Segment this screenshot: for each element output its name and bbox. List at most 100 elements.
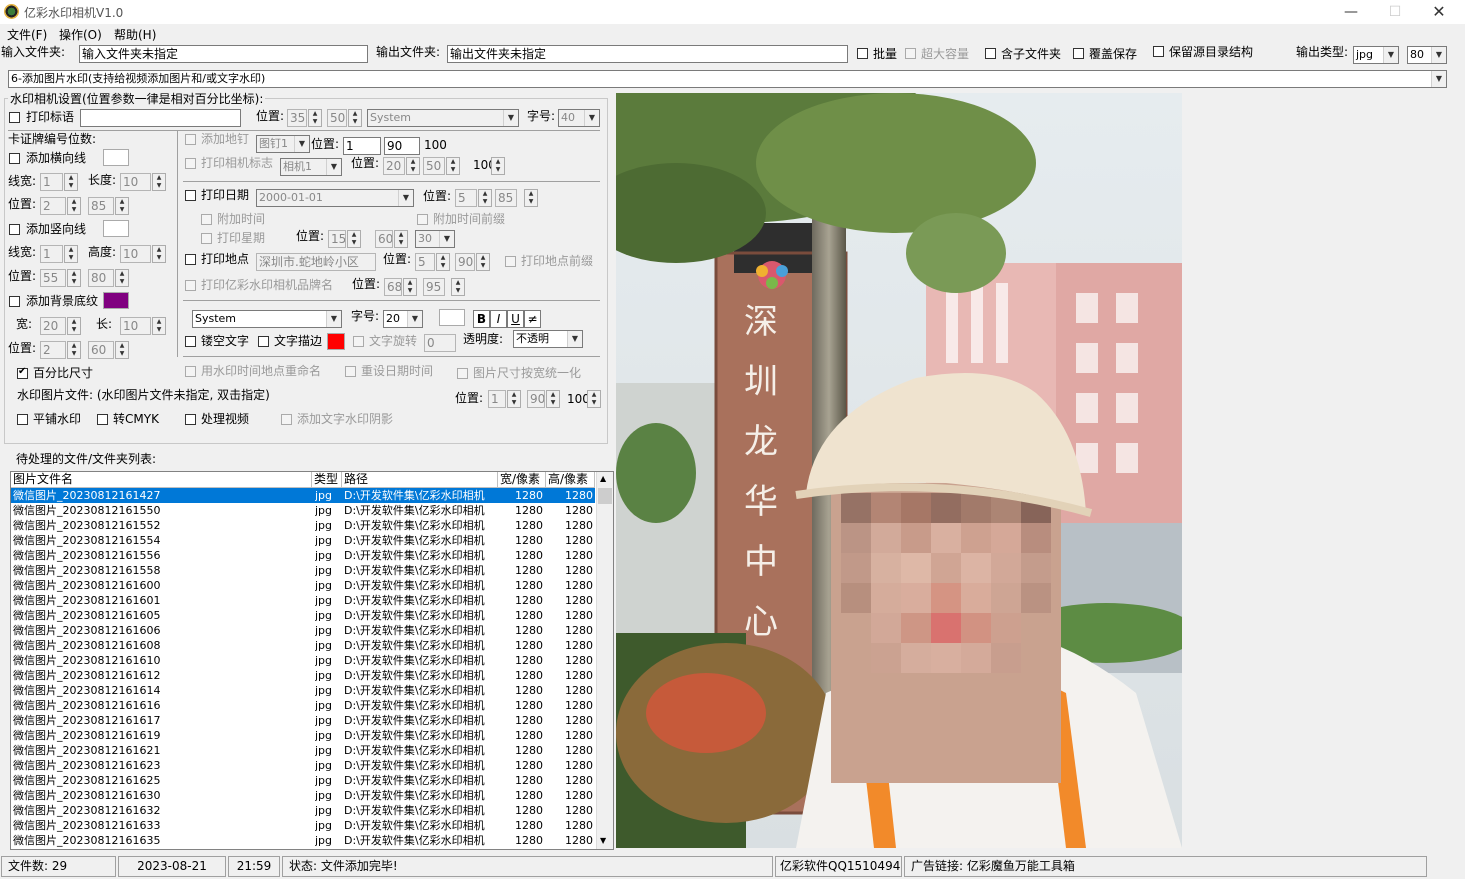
large-capacity-checkbox[interactable]: [905, 48, 916, 59]
brand-x-field[interactable]: 68: [384, 278, 402, 296]
table-row[interactable]: 微信图片_20230812161556 jpg D:\开发软件集\亿彩水印相机 128…: [11, 548, 595, 563]
bg-y-field[interactable]: 60: [88, 341, 114, 359]
output-folder-field[interactable]: 输出文件夹未指定: [447, 45, 848, 63]
table-row[interactable]: 微信图片_20230812161612 jpg D:\开发软件集\亿彩水印相机 128…: [11, 668, 595, 683]
hline-color-swatch[interactable]: [103, 149, 129, 166]
strikethrough-button[interactable]: ≠: [524, 310, 541, 328]
text-color-swatch[interactable]: [439, 309, 465, 326]
week-y-spinner[interactable]: ▲ ▼: [394, 230, 408, 248]
hline-width-spinner[interactable]: ▲ ▼: [64, 173, 78, 191]
print-slogan-checkbox[interactable]: [9, 112, 20, 123]
print-brand-checkbox[interactable]: [185, 280, 196, 291]
wm-file-label[interactable]: 水印图片文件: (水印图片文件未指定, 双击指定): [17, 387, 270, 403]
pin-y-field[interactable]: 90: [384, 137, 420, 155]
status-ad-link[interactable]: 广告链接: 亿彩魔鱼万能工具箱: [904, 856, 1427, 877]
logo-scale-field[interactable]: 100: [471, 157, 491, 175]
add-hline-checkbox[interactable]: [9, 153, 20, 164]
bg-color-swatch[interactable]: [103, 292, 129, 309]
table-row[interactable]: 微信图片_20230812161635 jpg D:\开发软件集\亿彩水印相机 128…: [11, 833, 595, 848]
print-date-checkbox[interactable]: [185, 190, 196, 201]
batch-checkbox[interactable]: [857, 48, 868, 59]
slogan-size-select[interactable]: 40 ▼: [558, 109, 600, 127]
vline-color-swatch[interactable]: [103, 220, 129, 237]
col-header-path[interactable]: 路径: [342, 472, 498, 488]
place-input[interactable]: 深圳市.蛇地岭小区: [256, 253, 376, 271]
add-time-checkbox[interactable]: [201, 214, 212, 225]
table-row[interactable]: 微信图片_20230812161558 jpg D:\开发软件集\亿彩水印相机 128…: [11, 563, 595, 578]
print-place-checkbox[interactable]: [185, 254, 196, 265]
bg-width-field[interactable]: 20: [40, 317, 66, 335]
col-header-type[interactable]: 类型: [312, 472, 342, 488]
add-pin-checkbox[interactable]: [185, 134, 196, 145]
logo-y-spinner[interactable]: ▲ ▼: [446, 157, 460, 175]
cmyk-checkbox[interactable]: [97, 414, 108, 425]
table-row[interactable]: 微信图片_20230812161610 jpg D:\开发软件集\亿彩水印相机 128…: [11, 653, 595, 668]
week-x-spinner[interactable]: ▲ ▼: [347, 230, 361, 248]
week-y-field[interactable]: 60: [375, 230, 393, 248]
wm-x-field[interactable]: 1: [488, 390, 506, 408]
subfolder-checkbox[interactable]: [985, 48, 996, 59]
table-row[interactable]: 微信图片_20230812161606 jpg D:\开发软件集\亿彩水印相机 128…: [11, 623, 595, 638]
add-bg-checkbox[interactable]: [9, 296, 20, 307]
italic-button[interactable]: I: [490, 310, 507, 328]
bold-button[interactable]: B: [473, 310, 490, 328]
bg-long-field[interactable]: 10: [120, 317, 151, 335]
add-vline-checkbox[interactable]: [9, 224, 20, 235]
brand-y-spinner[interactable]: ▲ ▼: [451, 278, 465, 296]
table-row[interactable]: 微信图片_20230812161625 jpg D:\开发软件集\亿彩水印相机 128…: [11, 773, 595, 788]
vline-x-spinner[interactable]: ▲ ▼: [67, 269, 81, 287]
bg-y-spinner[interactable]: ▲ ▼: [115, 341, 129, 359]
keep-structure-checkbox[interactable]: [1153, 46, 1164, 57]
brand-x-spinner[interactable]: ▲ ▼: [403, 278, 417, 296]
table-row[interactable]: 微信图片_20230812161632 jpg D:\开发软件集\亿彩水印相机 128…: [11, 803, 595, 818]
minimize-button[interactable]: —: [1328, 0, 1374, 24]
menu-operation[interactable]: 操作(O): [59, 26, 102, 43]
logo-x-spinner[interactable]: ▲ ▼: [406, 157, 420, 175]
week-size-select[interactable]: 30 ▼: [415, 230, 455, 248]
slogan-font-select[interactable]: System ▼: [367, 109, 519, 127]
font-select[interactable]: System ▼: [192, 310, 342, 328]
text-rotate-checkbox[interactable]: [353, 336, 364, 347]
hline-x-field[interactable]: 2: [40, 197, 66, 215]
hline-length-field[interactable]: 10: [120, 173, 151, 191]
menu-help[interactable]: 帮助(H): [114, 26, 156, 43]
table-row[interactable]: 微信图片_20230812161630 jpg D:\开发软件集\亿彩水印相机 128…: [11, 788, 595, 803]
bg-x-field[interactable]: 2: [40, 341, 66, 359]
file-list-scrollbar[interactable]: ▲ ▼: [596, 472, 613, 849]
date-y-spinner[interactable]: ▲ ▼: [524, 189, 538, 207]
slogan-y-field[interactable]: 50: [327, 109, 347, 127]
table-row[interactable]: 微信图片_20230812161633 jpg D:\开发软件集\亿彩水印相机 128…: [11, 818, 595, 833]
opacity-select[interactable]: 不透明 ▼: [513, 330, 583, 348]
logo-x-field[interactable]: 20: [383, 157, 405, 175]
shadow-checkbox[interactable]: [281, 414, 292, 425]
table-row[interactable]: 微信图片_20230812161605 jpg D:\开发软件集\亿彩水印相机 128…: [11, 608, 595, 623]
slogan-input[interactable]: [80, 109, 241, 127]
table-row[interactable]: 微信图片_20230812161427 jpg D:\开发软件集\亿彩水印相机 128…: [11, 488, 595, 503]
hline-y-spinner[interactable]: ▲ ▼: [115, 197, 129, 215]
place-y-spinner[interactable]: ▲ ▼: [476, 253, 490, 271]
table-row[interactable]: 微信图片_20230812161614 jpg D:\开发软件集\亿彩水印相机 128…: [11, 683, 595, 698]
pin-type-select[interactable]: 图钉1 ▼: [256, 135, 310, 153]
table-row[interactable]: 微信图片_20230812161554 jpg D:\开发软件集\亿彩水印相机 128…: [11, 533, 595, 548]
quality-select[interactable]: 80 ▼: [1407, 46, 1447, 64]
slogan-y-spinner[interactable]: ▲ ▼: [348, 109, 362, 127]
bg-x-spinner[interactable]: ▲ ▼: [67, 341, 81, 359]
print-logo-checkbox[interactable]: [185, 158, 196, 169]
table-row[interactable]: 微信图片_20230812161601 jpg D:\开发软件集\亿彩水印相机 128…: [11, 593, 595, 608]
place-x-field[interactable]: 5: [415, 253, 435, 271]
vline-width-spinner[interactable]: ▲ ▼: [64, 245, 78, 263]
col-header-width[interactable]: 宽/像素: [498, 472, 546, 488]
rotate-field[interactable]: 0: [424, 334, 456, 352]
wm-x-spinner[interactable]: ▲ ▼: [507, 390, 521, 408]
scroll-thumb[interactable]: [598, 488, 612, 504]
table-row[interactable]: 微信图片_20230812161550 jpg D:\开发软件集\亿彩水印相机 128…: [11, 503, 595, 518]
logo-scale-spinner[interactable]: ▲ ▼: [491, 157, 505, 175]
close-button[interactable]: ✕: [1416, 0, 1462, 24]
output-type-select[interactable]: jpg ▼: [1353, 46, 1399, 64]
table-row[interactable]: 微信图片_20230812161621 jpg D:\开发软件集\亿彩水印相机 128…: [11, 743, 595, 758]
underline-button[interactable]: U: [507, 310, 524, 328]
hollow-text-checkbox[interactable]: [185, 336, 196, 347]
hline-y-field[interactable]: 85: [88, 197, 114, 215]
slogan-x-spinner[interactable]: ▲ ▼: [308, 109, 322, 127]
logo-y-field[interactable]: 50: [423, 157, 445, 175]
